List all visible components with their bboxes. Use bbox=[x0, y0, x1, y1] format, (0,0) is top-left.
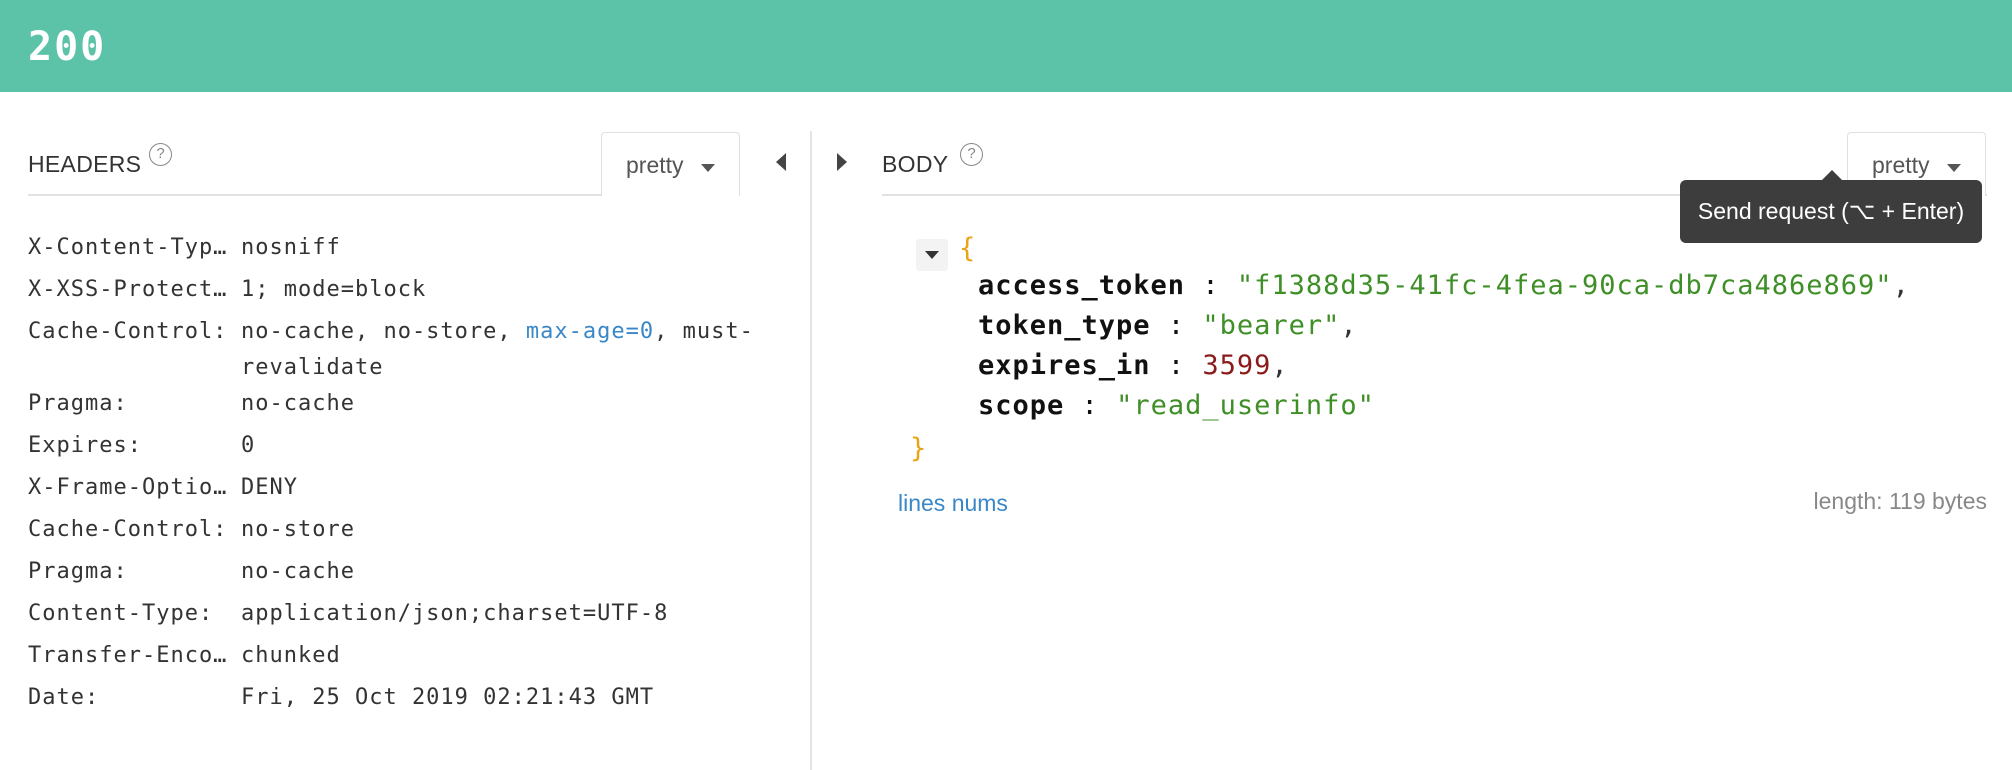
caret-down-icon bbox=[925, 251, 939, 259]
json-key: token_type bbox=[978, 310, 1151, 341]
json-separator: : bbox=[1064, 390, 1117, 421]
header-row: Transfer-Enco… chunked bbox=[28, 638, 740, 680]
header-row: Expires: 0 bbox=[28, 428, 740, 470]
header-key: X-Content-Typ… bbox=[28, 235, 228, 260]
header-value-text: no-cache, no-store, bbox=[241, 319, 526, 344]
json-value: "f1388d35-41fc-4fea-90ca-db7ca486e869" bbox=[1236, 270, 1893, 301]
header-key: Cache-Control: bbox=[28, 517, 228, 542]
header-key: X-Frame-Optio… bbox=[28, 475, 228, 500]
header-key: Transfer-Enco… bbox=[28, 643, 228, 668]
header-row: Date: Fri, 25 Oct 2019 02:21:43 GMT bbox=[28, 680, 740, 722]
header-row: X-Frame-Optio… DENY bbox=[28, 470, 740, 512]
header-value-link[interactable]: max-age=0 bbox=[526, 319, 654, 344]
headers-panel-head: HEADERS ? pretty bbox=[28, 131, 740, 196]
header-value: application/json;charset=UTF-8 bbox=[241, 601, 669, 626]
headers-help-icon[interactable]: ? bbox=[149, 143, 172, 166]
header-value: nosniff bbox=[241, 235, 341, 260]
header-row: Cache-Control: no-cache, no-store, max-ag… bbox=[28, 314, 753, 386]
header-key: Cache-Control: bbox=[28, 319, 228, 344]
headers-panel: HEADERS ? pretty X-Content-Typ… nosniff X-… bbox=[28, 131, 753, 770]
header-key: Pragma: bbox=[28, 391, 128, 416]
body-help-icon[interactable]: ? bbox=[960, 143, 983, 166]
header-row: X-XSS-Protect… 1; mode=block bbox=[28, 272, 740, 314]
header-row: Pragma: no-cache bbox=[28, 386, 740, 428]
panel-divider[interactable] bbox=[810, 131, 812, 770]
json-field-line: scope : "read_userinfo" bbox=[978, 386, 1375, 426]
lines-nums-link[interactable]: lines nums bbox=[898, 490, 1008, 517]
header-row: Pragma: no-cache bbox=[28, 554, 740, 596]
status-code: 200 bbox=[28, 24, 107, 70]
json-separator: : bbox=[1185, 270, 1237, 301]
json-comma: , bbox=[1271, 350, 1289, 381]
json-field-line: access_token : "f1388d35-41fc-4fea-90ca-… bbox=[978, 266, 1910, 306]
json-value: 3599 bbox=[1202, 350, 1272, 381]
json-value: "read_userinfo" bbox=[1116, 390, 1375, 421]
json-key: access_token bbox=[978, 270, 1186, 301]
tooltip-arrow bbox=[1822, 170, 1842, 180]
header-value: 1; mode=block bbox=[241, 277, 427, 302]
json-open-brace: { bbox=[959, 233, 977, 264]
json-value: "bearer" bbox=[1202, 310, 1341, 341]
json-collapse-toggle[interactable] bbox=[916, 239, 948, 271]
json-comma: , bbox=[1340, 310, 1358, 341]
header-value: 0 bbox=[241, 433, 256, 458]
header-key: Expires: bbox=[28, 433, 142, 458]
header-key: Pragma: bbox=[28, 559, 128, 584]
collapse-right-icon[interactable] bbox=[837, 153, 847, 171]
header-value: no-store bbox=[241, 517, 355, 542]
json-separator: : bbox=[1150, 310, 1203, 341]
header-value: Fri, 25 Oct 2019 02:21:43 GMT bbox=[241, 685, 655, 710]
header-value: no-cache, no-store, max-age=0, must-reva… bbox=[241, 314, 761, 386]
json-separator: : bbox=[1150, 350, 1203, 381]
header-key: Date: bbox=[28, 685, 100, 710]
header-value: DENY bbox=[241, 475, 298, 500]
headers-format-select[interactable]: pretty bbox=[601, 132, 740, 196]
header-row: Content-Type: application/json;charset=UT… bbox=[28, 596, 740, 638]
headers-format-label: pretty bbox=[626, 152, 684, 178]
collapse-left-icon[interactable] bbox=[776, 153, 786, 171]
headers-title: HEADERS bbox=[28, 151, 142, 177]
json-key: expires_in bbox=[978, 350, 1151, 381]
json-field-line: token_type : "bearer", bbox=[978, 306, 1358, 346]
status-bar: 200 bbox=[0, 0, 2012, 92]
json-key: scope bbox=[978, 390, 1065, 421]
header-key: Content-Type: bbox=[28, 601, 214, 626]
json-field-line: expires_in : 3599, bbox=[978, 346, 1289, 386]
body-length: length: 119 bytes bbox=[1813, 488, 1987, 514]
chevron-down-icon bbox=[1947, 164, 1961, 172]
json-comma: , bbox=[1892, 270, 1910, 301]
chevron-down-icon bbox=[701, 164, 715, 172]
header-value: chunked bbox=[241, 643, 341, 668]
headers-list: X-Content-Typ… nosniff X-XSS-Protect… 1; mo… bbox=[28, 230, 753, 722]
header-value: no-cache bbox=[241, 559, 355, 584]
body-format-label: pretty bbox=[1872, 152, 1930, 178]
header-row: Cache-Control: no-store bbox=[28, 512, 740, 554]
json-close-brace: } bbox=[910, 433, 928, 464]
header-key: X-XSS-Protect… bbox=[28, 277, 228, 302]
header-row: X-Content-Typ… nosniff bbox=[28, 230, 740, 272]
send-request-tooltip: Send request (⌥ + Enter) bbox=[1680, 180, 1982, 243]
body-title: BODY bbox=[882, 151, 949, 177]
header-value: no-cache bbox=[241, 391, 355, 416]
